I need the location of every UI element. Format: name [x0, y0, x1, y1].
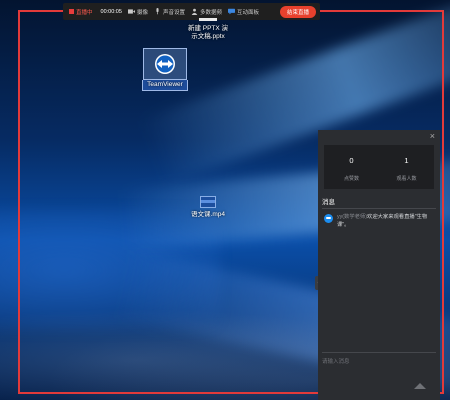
live-stats: 0 点赞数 1 观看人数 [324, 145, 434, 189]
divider [322, 208, 436, 209]
camera-icon [127, 9, 135, 14]
live-status: 直播中 [69, 8, 93, 16]
message-text: yy(数学老师)欢迎大家来观看直播"生物课"。 [337, 213, 436, 229]
teamviewer-icon-label: TeamViewer [142, 80, 188, 91]
message-input[interactable] [320, 355, 434, 369]
viewers-stat: 1 观看人数 [379, 145, 434, 189]
desktop-icon-pptx[interactable]: 新建 PPTX 演 示文稿.pptx [183, 10, 233, 41]
mp4-icon-label: 语文课.mp4 [191, 211, 225, 218]
mic-settings-button[interactable]: 声音设置 [154, 8, 185, 16]
live-status-label: 直播中 [76, 9, 93, 16]
send-icon[interactable] [414, 383, 426, 389]
mic-settings-label: 声音设置 [162, 9, 185, 16]
end-live-button[interactable]: 结束直播 [279, 5, 316, 18]
avatar [324, 214, 333, 223]
teamviewer-icon [155, 54, 175, 74]
camera-label: 摄像 [136, 9, 148, 16]
close-icon[interactable]: × [430, 131, 435, 141]
messages-title: 消息 [322, 199, 335, 206]
interaction-panel: × 0 点赞数 1 观看人数 消息 yy(数学老师)欢迎大家来观看直播"生物课"… [318, 130, 440, 400]
pptx-icon-label-line2: 示文稿.pptx [191, 33, 225, 40]
pptx-icon-label-line1: 新建 PPTX 演 [187, 25, 229, 32]
viewers-count: 1 [404, 156, 409, 165]
video-file-icon [200, 196, 216, 208]
camera-button[interactable]: 摄像 [127, 8, 148, 16]
likes-label: 点赞数 [343, 176, 359, 182]
live-status-icon [69, 9, 74, 14]
likes-count: 0 [349, 156, 354, 165]
desktop-icon-mp4[interactable]: 语文课.mp4 [186, 196, 230, 219]
message-sender: yy(数学老师) [337, 214, 368, 220]
microphone-icon [156, 8, 159, 15]
likes-stat: 0 点赞数 [324, 145, 379, 189]
desktop-icon-teamviewer[interactable]: TeamViewer [142, 48, 188, 91]
pptx-file-icon [199, 18, 217, 21]
divider [322, 352, 436, 353]
message-item: yy(数学老师)欢迎大家来观看直播"生物课"。 [324, 213, 436, 229]
interact-panel-label: 互动面板 [236, 9, 259, 16]
live-timer: 00:00:05 [100, 8, 122, 15]
viewers-label: 观看人数 [396, 176, 417, 182]
